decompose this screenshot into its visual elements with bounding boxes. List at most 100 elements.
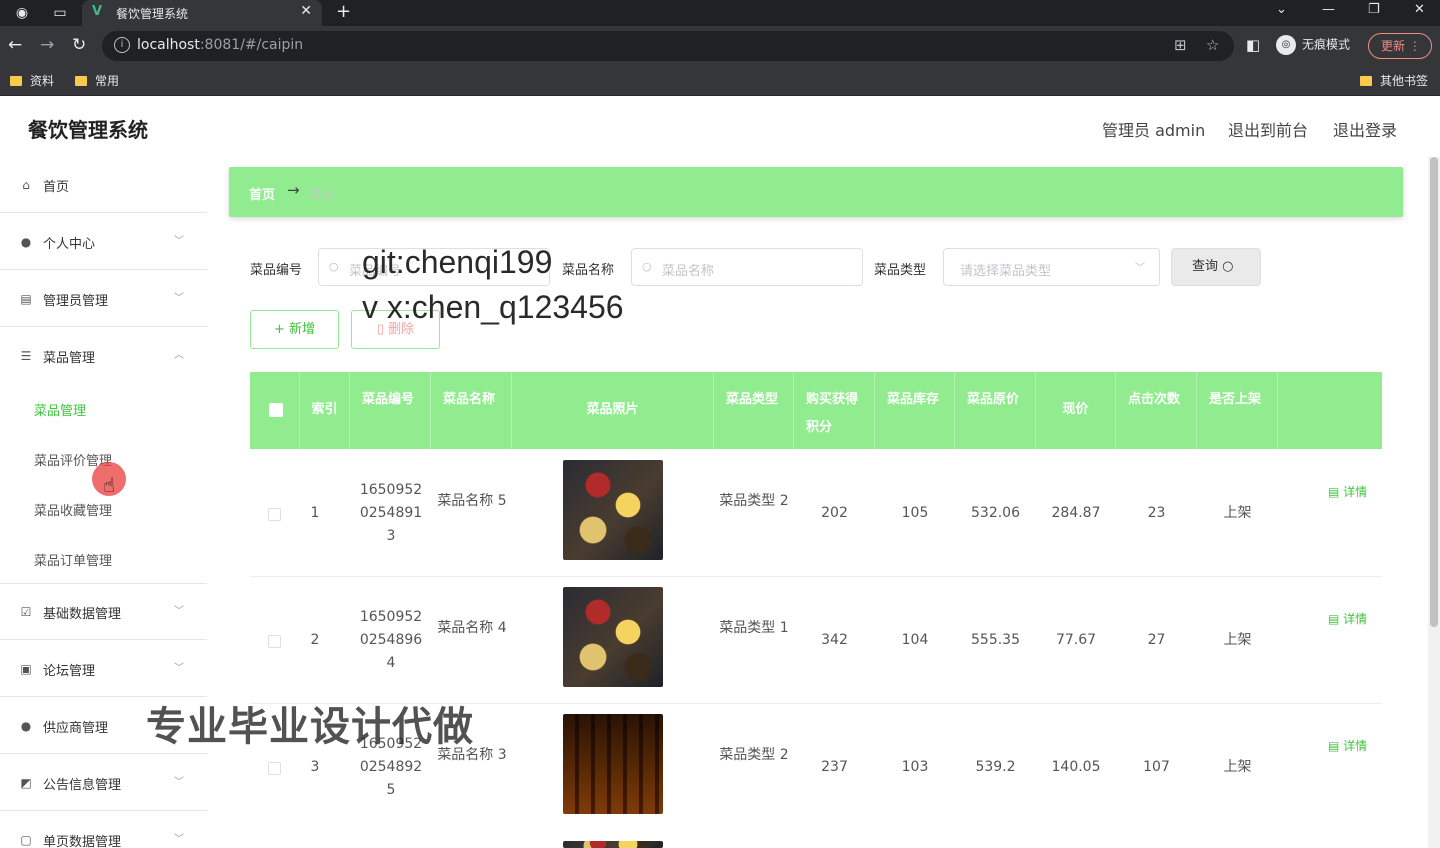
- app-header: 餐饮管理系统 管理员 admin 退出到前台 退出登录: [0, 97, 1440, 157]
- bookmark-star-icon[interactable]: ☆: [1206, 36, 1219, 54]
- header-price[interactable]: 现价: [1036, 372, 1116, 449]
- minimize-button[interactable]: —: [1322, 0, 1335, 20]
- detail-button[interactable]: ▤ 详情: [1328, 737, 1367, 754]
- header-code[interactable]: 菜品编号: [350, 372, 431, 449]
- admin-user-label: 管理员 admin: [1102, 121, 1206, 140]
- sidebar-subitem-orders[interactable]: 菜品订单管理: [34, 550, 112, 569]
- bookmarks-bar: 资料 常用 其他书签: [0, 66, 1440, 96]
- row-checkbox[interactable]: [268, 508, 281, 521]
- header-select-all[interactable]: [250, 372, 300, 449]
- cell-points: 342: [821, 632, 848, 648]
- sidebar-item-label: 基础数据管理: [43, 607, 122, 622]
- user-icon: ●: [20, 719, 32, 733]
- incognito-indicator[interactable]: ◎ 无痕模式: [1276, 35, 1350, 55]
- sidebar-item-basic-data[interactable]: ☑ 基础数据管理 ﹀: [0, 584, 207, 640]
- tab-list-icon[interactable]: ⌄: [1276, 0, 1287, 20]
- breadcrumb-home[interactable]: 首页: [249, 184, 275, 203]
- logout-link[interactable]: 退出登录: [1333, 117, 1397, 141]
- new-tab-button[interactable]: +: [336, 1, 351, 22]
- scrollbar-thumb[interactable]: [1430, 157, 1438, 627]
- browser-tab-active[interactable]: V 餐饮管理系统 ✕: [82, 0, 322, 26]
- sidepanel-icon[interactable]: ◧: [1246, 35, 1260, 55]
- dish-photo: [563, 841, 663, 848]
- window-close-button[interactable]: ✕: [1414, 0, 1425, 20]
- dish-photo: [563, 587, 663, 687]
- sidebar-item-forum[interactable]: ▣ 论坛管理 ﹀: [0, 641, 207, 697]
- page-scrollbar[interactable]: [1428, 157, 1440, 848]
- watermark-git: git:chenqi199: [362, 244, 553, 280]
- hand-cursor-icon: ☝: [103, 473, 116, 497]
- page-icon: ▢: [20, 833, 32, 847]
- query-button[interactable]: 查询 ○: [1171, 248, 1261, 286]
- sidebar-item-dishes[interactable]: ☰ 菜品管理 ︿: [0, 328, 207, 384]
- chevron-down-icon: ﹀: [174, 663, 184, 674]
- forward-icon[interactable]: →: [40, 35, 54, 55]
- header-points[interactable]: 购买获得积分: [794, 372, 875, 449]
- cell-status: 上架: [1223, 632, 1252, 648]
- name-search-input[interactable]: ○ 菜品名称: [631, 248, 863, 286]
- sidebar-item-label: 公告信息管理: [43, 778, 122, 793]
- site-info-icon[interactable]: i: [114, 37, 130, 53]
- header-photo[interactable]: 菜品照片: [512, 372, 714, 449]
- bookmark-folder-2[interactable]: 常用: [75, 72, 119, 89]
- cell-index: 2: [310, 632, 320, 648]
- translate-icon[interactable]: ⊞: [1174, 36, 1187, 54]
- user-icon: ●: [20, 235, 32, 249]
- checkbox[interactable]: [269, 403, 283, 417]
- tab-search-icon[interactable]: ▭: [50, 3, 70, 23]
- document-icon: ▤: [20, 292, 32, 306]
- folder-icon: [75, 76, 87, 86]
- cell-orig-price: 555.35: [971, 632, 1020, 648]
- header-orig-price[interactable]: 菜品原价: [955, 372, 1036, 449]
- detail-button[interactable]: ▤ 详情: [1328, 483, 1367, 500]
- sidebar-item-profile[interactable]: ● 个人中心 ﹀: [0, 214, 207, 270]
- document-icon: ▤: [1328, 612, 1340, 626]
- sidebar-item-admin[interactable]: ▤ 管理员管理 ﹀: [0, 271, 207, 327]
- chevron-down-icon: ﹀: [174, 236, 184, 247]
- breadcrumb-separator: →: [287, 181, 300, 199]
- header-type[interactable]: 菜品类型: [714, 372, 794, 449]
- cell-price: 77.67: [1055, 632, 1097, 648]
- sidebar-subitem-dishes[interactable]: 菜品管理: [34, 400, 86, 419]
- table-row: 2 1650952 0254896 4 菜品名称 4 菜品类型 1 342 10…: [250, 577, 1382, 704]
- sidebar-item-label: 个人中心: [43, 237, 96, 252]
- cell-price: 284.87: [1051, 505, 1101, 521]
- row-checkbox[interactable]: [268, 635, 281, 648]
- table-header: 索引 菜品编号 菜品名称 菜品照片 菜品类型 购买获得积分 菜品库存 菜品原价 …: [250, 372, 1382, 449]
- cell-index: 3: [310, 759, 320, 775]
- tab-close-icon[interactable]: ✕: [300, 3, 312, 19]
- input-placeholder: 菜品名称: [662, 264, 715, 279]
- chevron-down-icon: ﹀: [174, 293, 184, 304]
- header-status[interactable]: 是否上架: [1197, 372, 1278, 449]
- address-bar[interactable]: i localhost:8081/#/caipin ⊞ ☆: [102, 31, 1234, 61]
- header-name[interactable]: 菜品名称: [431, 372, 512, 449]
- address-url[interactable]: localhost:8081/#/caipin: [137, 37, 303, 53]
- back-icon[interactable]: ←: [8, 35, 22, 55]
- sidebar-item-home[interactable]: ⌂ 首页: [0, 157, 207, 213]
- app-title: 餐饮管理系统: [28, 118, 148, 142]
- add-button[interactable]: + 新增: [250, 310, 339, 349]
- search-icon: ○: [329, 260, 339, 273]
- cell-type: 菜品类型 1: [719, 620, 789, 636]
- header-clicks[interactable]: 点击次数: [1116, 372, 1197, 449]
- browser-menu-icon[interactable]: ◉: [12, 3, 32, 23]
- sidebar-item-single-page[interactable]: ▢ 单页数据管理 ﹀: [0, 812, 207, 848]
- bookmark-folder-1[interactable]: 资料: [10, 72, 54, 89]
- type-select[interactable]: 请选择菜品类型 ﹀: [943, 248, 1160, 286]
- restore-button[interactable]: ❐: [1368, 0, 1380, 20]
- update-button[interactable]: 更新 ⋮: [1368, 33, 1432, 59]
- sidebar-subitem-favorites[interactable]: 菜品收藏管理: [34, 500, 112, 519]
- header-stock[interactable]: 菜品库存: [875, 372, 955, 449]
- sidebar-item-notice[interactable]: ◩ 公告信息管理 ﹀: [0, 755, 207, 811]
- detail-button[interactable]: ▤ 详情: [1328, 610, 1367, 627]
- select-placeholder: 请选择菜品类型: [960, 264, 1052, 279]
- chevron-down-icon: ﹀: [174, 834, 184, 845]
- other-bookmarks[interactable]: 其他书签: [1360, 72, 1428, 89]
- chevron-up-icon: ︿: [174, 350, 184, 361]
- back-to-front-link[interactable]: 退出到前台: [1228, 117, 1308, 141]
- reload-icon[interactable]: ↻: [72, 35, 86, 55]
- cell-type: 菜品类型 2: [719, 493, 789, 509]
- header-index: 索引: [300, 372, 350, 449]
- cell-name: 菜品名称 5: [437, 493, 507, 509]
- row-checkbox[interactable]: [268, 762, 281, 775]
